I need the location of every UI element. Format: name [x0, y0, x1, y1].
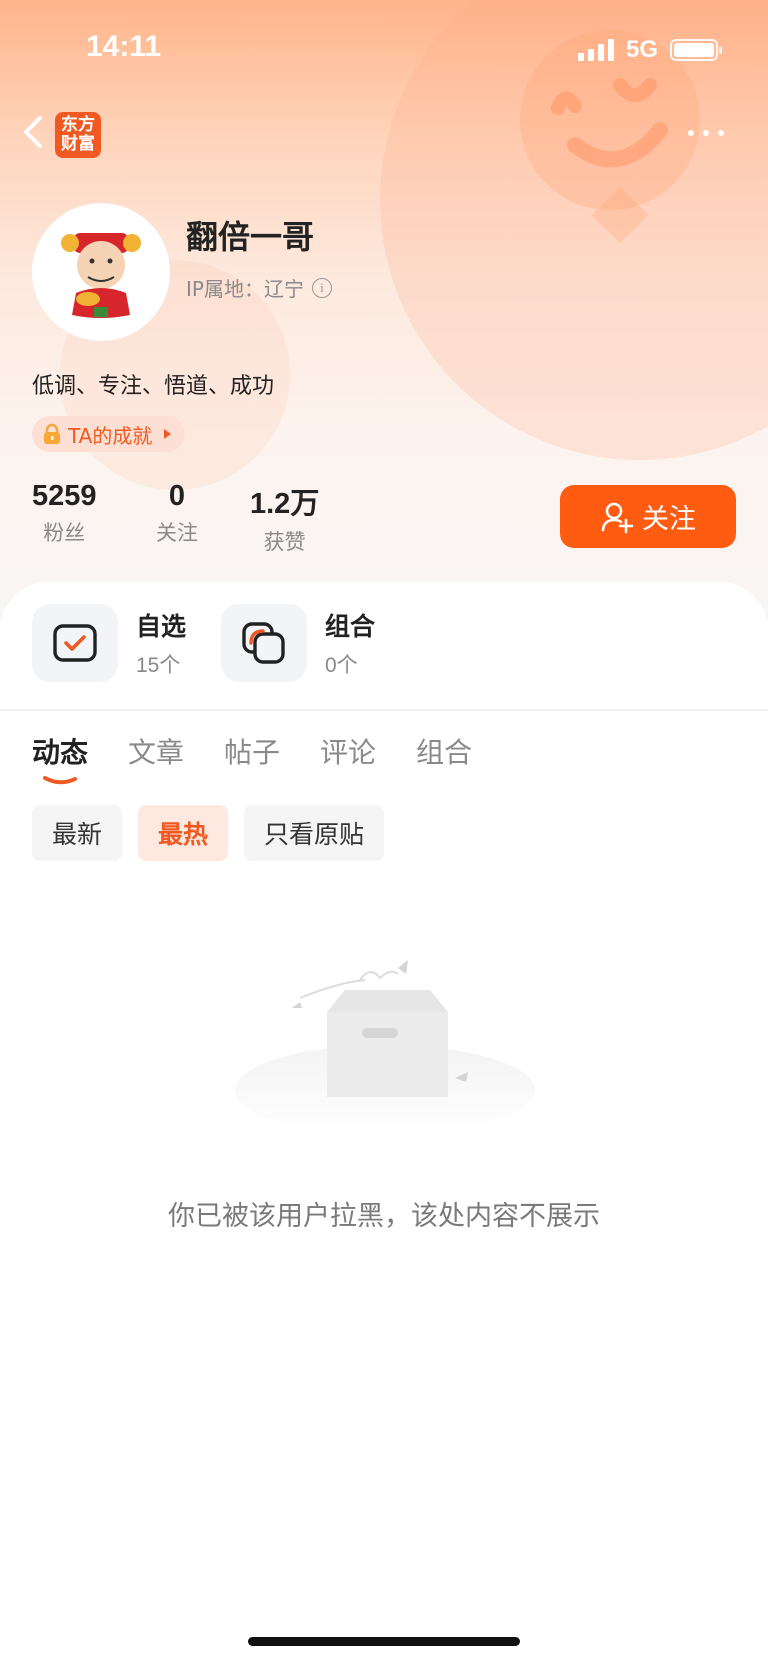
tab-portfolios[interactable]: 组合: [416, 731, 472, 771]
tab-comments[interactable]: 评论: [320, 731, 376, 771]
section-divider: [0, 709, 768, 711]
quick-entry-watchlist[interactable]: 自选 15个: [32, 604, 186, 682]
lock-icon: [44, 423, 60, 444]
stat-label: 粉丝: [43, 521, 86, 545]
tab-label: 帖子: [224, 736, 281, 769]
status-indicators: 5G: [577, 36, 722, 64]
tab-activity[interactable]: 动态: [32, 731, 89, 785]
stat-value: 0: [168, 480, 186, 512]
signal-icon: [577, 39, 614, 61]
follow-label: 关注: [642, 504, 696, 535]
quick-entry-title: 自选: [136, 612, 187, 641]
logo-text-top: 东方: [61, 115, 95, 135]
home-indicator[interactable]: [248, 1637, 520, 1646]
ip-location-label: IP属地：辽宁: [186, 277, 304, 301]
empty-box-icon: [235, 960, 535, 1135]
filter-chips: 最新 最热 只看原贴: [32, 805, 385, 861]
stat-label: 关注: [156, 521, 198, 545]
tab-label: 动态: [32, 736, 89, 769]
tab-label: 组合: [416, 736, 473, 769]
tab-posts[interactable]: 帖子: [224, 731, 280, 771]
username: 翻倍一哥: [186, 218, 315, 256]
portfolio-icon: [221, 604, 307, 682]
app-logo[interactable]: 东方 财富: [55, 112, 101, 158]
user-bio: 低调、专注、悟道、成功: [32, 374, 275, 399]
arrow-right-icon: [164, 429, 172, 439]
tab-active-indicator: [43, 776, 77, 785]
back-icon[interactable]: [18, 112, 48, 152]
info-icon[interactable]: i: [311, 277, 332, 298]
quick-entry-count: 0个: [325, 654, 358, 677]
battery-icon: [670, 39, 722, 61]
achievement-badge[interactable]: TA的成就: [32, 416, 186, 452]
status-time: 14:11: [86, 30, 162, 63]
quick-entry-title: 组合: [325, 612, 376, 641]
network-type: 5G: [625, 36, 658, 63]
tab-articles[interactable]: 文章: [128, 731, 184, 771]
watchlist-icon: [32, 604, 118, 682]
stat-value: 5259: [32, 480, 97, 512]
filter-latest[interactable]: 最新: [32, 805, 123, 861]
ip-location: IP属地：辽宁 i: [186, 273, 332, 302]
stat-label: 获赞: [263, 530, 306, 554]
filter-hot[interactable]: 最热: [138, 805, 229, 861]
stat-fans[interactable]: 5259 粉丝: [32, 480, 97, 547]
stat-value: 1.2万: [250, 488, 320, 520]
quick-entry-portfolio[interactable]: 组合 0个: [221, 604, 375, 682]
quick-entry-count: 15个: [136, 654, 181, 677]
stat-likes[interactable]: 1.2万 获赞: [250, 480, 319, 556]
achievement-label: TA的成就: [68, 423, 153, 448]
filter-original-only[interactable]: 只看原贴: [244, 805, 385, 861]
content-tabs: 动态 文章 帖子 评论 组合: [32, 731, 472, 785]
stat-following[interactable]: 0 关注: [156, 480, 198, 547]
empty-state-message: 你已被该用户拉黑，该处内容不展示: [168, 1201, 600, 1232]
logo-text-bottom: 财富: [61, 134, 95, 154]
tab-label: 评论: [320, 736, 377, 769]
avatar[interactable]: [32, 203, 170, 341]
add-user-icon: [601, 502, 634, 533]
tab-label: 文章: [128, 736, 185, 769]
follow-button[interactable]: 关注: [560, 485, 736, 548]
more-options-icon[interactable]: [688, 130, 724, 136]
